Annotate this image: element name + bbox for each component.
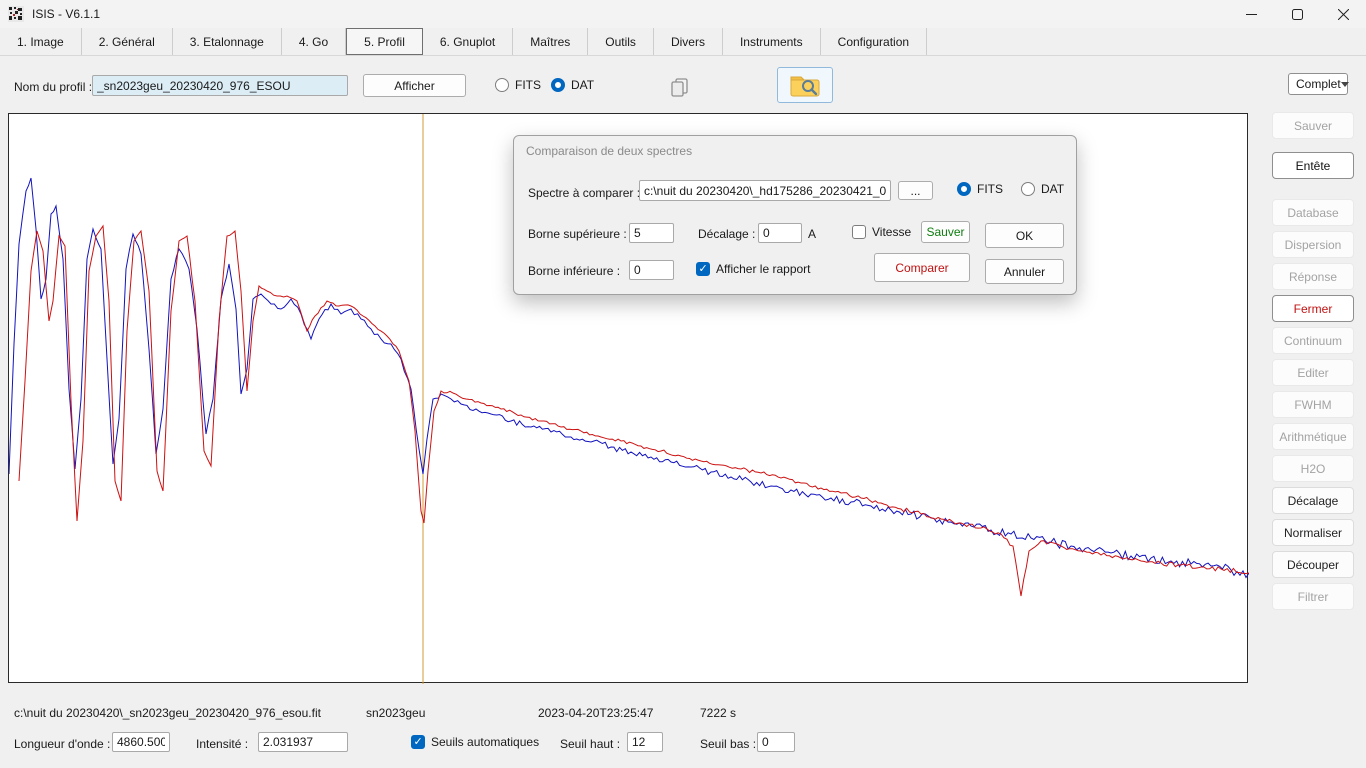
sidebar-button-reponse: Réponse xyxy=(1272,263,1354,290)
observation-date: 2023-04-20T23:25:47 xyxy=(538,706,653,720)
sidebar-button-decouper[interactable]: Découper xyxy=(1272,551,1354,578)
afficher-rapport-label: Afficher le rapport xyxy=(716,262,811,276)
copy-icon xyxy=(669,77,690,98)
borne-superieure-input[interactable] xyxy=(629,223,674,243)
tab-instruments[interactable]: Instruments xyxy=(723,28,821,55)
close-icon xyxy=(1338,9,1349,20)
fits-radio[interactable]: FITS xyxy=(495,78,541,92)
dialog-dat-radio[interactable]: DAT xyxy=(1021,182,1064,196)
file-path: c:\nuit du 20230420\_sn2023geu_20230420_… xyxy=(14,706,321,720)
auto-thresholds-label: Seuils automatiques xyxy=(431,735,539,749)
copy-button[interactable] xyxy=(662,72,696,102)
wavelength-input[interactable] xyxy=(112,732,170,752)
borne-inferieure-label: Borne inférieure : xyxy=(528,264,620,278)
dialog-fits-radio[interactable]: FITS xyxy=(957,182,1003,196)
radio-icon xyxy=(551,78,565,92)
toolbar: Nom du profil : Afficher FITS DAT Comple… xyxy=(0,56,1366,113)
tab-5-profil[interactable]: 5. Profil xyxy=(346,28,423,55)
tab-configuration[interactable]: Configuration xyxy=(821,28,927,55)
window-title: ISIS - V6.1.1 xyxy=(32,7,100,21)
sidebar-button-decalage[interactable]: Décalage xyxy=(1272,487,1354,514)
sidebar-button-h2o: H2O xyxy=(1272,455,1354,482)
display-mode-value: Complet xyxy=(1296,77,1341,91)
profile-name-label: Nom du profil : xyxy=(14,80,92,94)
exposure-time: 7222 s xyxy=(700,706,736,720)
comparer-button[interactable]: Comparer xyxy=(874,253,970,282)
window-controls xyxy=(1228,0,1366,28)
sidebar-button-dispersion: Dispersion xyxy=(1272,231,1354,258)
open-compare-button[interactable] xyxy=(777,67,833,103)
dat-radio-label: DAT xyxy=(571,78,594,92)
decalage-input[interactable] xyxy=(758,223,802,243)
afficher-rapport-checkbox[interactable]: Afficher le rapport xyxy=(696,262,811,276)
dialog-title: Comparaison de deux spectres xyxy=(526,144,692,158)
dialog-sauver-button[interactable]: Sauver xyxy=(921,221,970,243)
sidebar-button-editer: Editer xyxy=(1272,359,1354,386)
checkbox-icon xyxy=(411,735,425,749)
tab-divers[interactable]: Divers xyxy=(654,28,723,55)
display-mode-select[interactable]: Complet xyxy=(1288,73,1348,95)
auto-thresholds-checkbox[interactable]: Seuils automatiques xyxy=(411,735,539,749)
tab-2-general[interactable]: 2. Général xyxy=(82,28,173,55)
tab-1-image[interactable]: 1. Image xyxy=(0,28,82,55)
sidebar-button-fermer[interactable]: Fermer xyxy=(1272,295,1354,322)
maximize-button[interactable] xyxy=(1274,0,1320,28)
decalage-unit-label: A xyxy=(808,227,816,241)
annuler-button[interactable]: Annuler xyxy=(985,259,1064,284)
sidebar-button-database: Database xyxy=(1272,199,1354,226)
sidebar-button-fwhm: FWHM xyxy=(1272,391,1354,418)
checkbox-icon xyxy=(696,262,710,276)
sidebar-button-arithmetique: Arithmétique xyxy=(1272,423,1354,450)
threshold-low-label: Seuil bas : xyxy=(700,737,756,751)
chevron-down-icon xyxy=(1341,82,1349,87)
compare-path-input[interactable] xyxy=(639,180,891,201)
threshold-high-label: Seuil haut : xyxy=(560,737,620,751)
sidebar-button-normaliser[interactable]: Normaliser xyxy=(1272,519,1354,546)
decalage-label: Décalage : xyxy=(698,227,755,241)
sidebar-button-entete[interactable]: Entête xyxy=(1272,152,1354,179)
tab-3-etalonnage[interactable]: 3. Etalonnage xyxy=(173,28,282,55)
maximize-icon xyxy=(1292,9,1303,20)
tab-6-gnuplot[interactable]: 6. Gnuplot xyxy=(423,28,513,55)
minimize-button[interactable] xyxy=(1228,0,1274,28)
sidebar-button-sauver: Sauver xyxy=(1272,112,1354,139)
tab-bar: 1. Image 2. Général 3. Etalonnage 4. Go … xyxy=(0,28,1366,56)
tab-outils[interactable]: Outils xyxy=(588,28,654,55)
dialog-fits-radio-label: FITS xyxy=(977,182,1003,196)
fits-radio-label: FITS xyxy=(515,78,541,92)
vitesse-checkbox[interactable]: Vitesse xyxy=(852,225,911,239)
checkbox-icon xyxy=(852,225,866,239)
dat-radio[interactable]: DAT xyxy=(551,78,594,92)
folder-search-icon xyxy=(789,72,821,98)
sidebar-button-continuum: Continuum xyxy=(1272,327,1354,354)
sidebar-button-filtrer: Filtrer xyxy=(1272,583,1354,610)
borne-superieure-label: Borne supérieure : xyxy=(528,227,627,241)
wavelength-label: Longueur d'onde : xyxy=(14,737,110,751)
threshold-low-input[interactable] xyxy=(757,732,795,752)
profile-name-input[interactable] xyxy=(92,75,348,96)
compare-path-label: Spectre à comparer : xyxy=(528,186,640,200)
radio-icon xyxy=(495,78,509,92)
intensity-input[interactable] xyxy=(258,732,348,752)
afficher-button[interactable]: Afficher xyxy=(363,74,466,97)
close-button[interactable] xyxy=(1320,0,1366,28)
radio-icon xyxy=(957,182,971,196)
tab-maitres[interactable]: Maîtres xyxy=(513,28,588,55)
tab-4-go[interactable]: 4. Go xyxy=(282,28,346,55)
threshold-high-input[interactable] xyxy=(627,732,663,752)
ok-button[interactable]: OK xyxy=(985,223,1064,248)
vitesse-label: Vitesse xyxy=(872,225,911,239)
object-name: sn2023geu xyxy=(366,706,425,720)
dialog-dat-radio-label: DAT xyxy=(1041,182,1064,196)
minimize-icon xyxy=(1246,9,1257,20)
sidebar: Sauver Entête Database Dispersion Répons… xyxy=(1272,112,1356,615)
title-bar: ISIS - V6.1.1 xyxy=(0,0,1366,28)
app-icon xyxy=(8,6,24,22)
borne-inferieure-input[interactable] xyxy=(629,260,674,280)
compare-dialog: Comparaison de deux spectres Spectre à c… xyxy=(513,135,1077,295)
intensity-label: Intensité : xyxy=(196,737,248,751)
browse-button[interactable]: ... xyxy=(898,181,933,200)
radio-icon xyxy=(1021,182,1035,196)
